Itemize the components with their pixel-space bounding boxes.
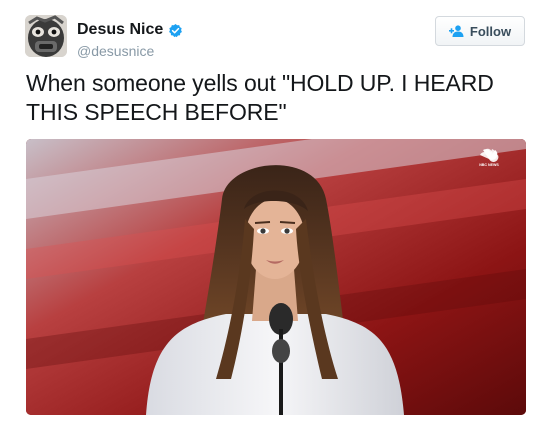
- tweet-card: Desus Nice @desusnice Follow When someon…: [0, 0, 558, 424]
- peacock-logo-icon: NBC NEWS: [479, 148, 499, 167]
- tweet-text: When someone yells out "HOLD UP. I HEARD…: [26, 70, 494, 125]
- follow-label: Follow: [469, 23, 512, 39]
- media-image[interactable]: NBC NEWS: [26, 139, 526, 415]
- author-block: Desus Nice @desusnice: [77, 20, 183, 60]
- masked-face-avatar-icon: [25, 15, 67, 57]
- display-name[interactable]: Desus Nice: [77, 20, 163, 40]
- name-row: Desus Nice: [77, 20, 183, 40]
- verified-badge-icon: [169, 23, 183, 37]
- handle[interactable]: @desusnice: [77, 42, 183, 60]
- add-user-icon: [448, 25, 464, 37]
- avatar[interactable]: [25, 15, 67, 57]
- follow-button[interactable]: Follow: [435, 16, 525, 46]
- network-watermark-text: NBC NEWS: [479, 163, 499, 167]
- speaker-at-podium-image: [26, 139, 526, 415]
